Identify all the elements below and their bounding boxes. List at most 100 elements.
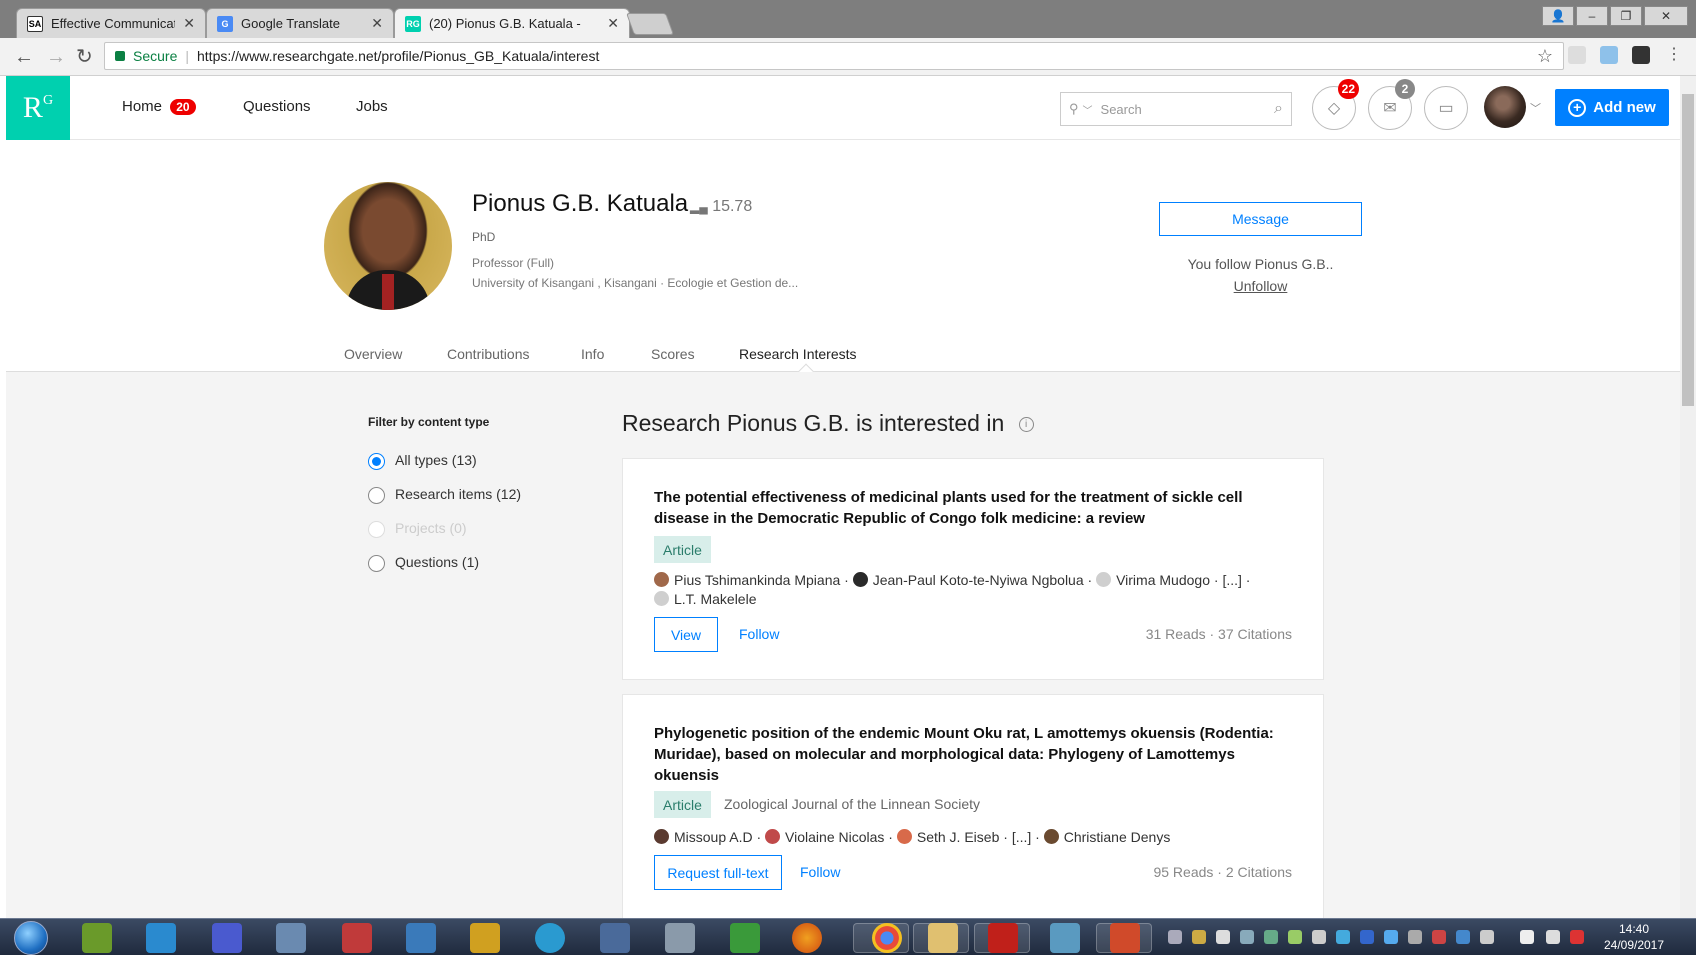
tray-icon[interactable] [1192,930,1206,944]
filter-label-all-types[interactable]: All types (13) [395,452,477,468]
app-icon[interactable] [730,923,760,953]
profile-name[interactable]: Pionus G.B. Katuala [472,190,688,218]
tray-icon[interactable] [1312,930,1326,944]
researchgate-logo[interactable]: RG [6,76,70,140]
radio-all-types[interactable] [368,453,385,470]
tray-icon[interactable] [1432,930,1446,944]
folder-icon[interactable] [928,923,958,953]
more-authors[interactable]: [...] [1222,572,1241,588]
new-tab-button[interactable] [625,13,675,35]
close-window-button[interactable]: ✕ [1644,6,1688,26]
notifications-button[interactable]: ◇ 22 [1312,79,1359,130]
calculator-icon[interactable] [665,923,695,953]
tray-icon[interactable] [1456,930,1470,944]
tray-icon[interactable] [1336,930,1350,944]
app-icon[interactable] [600,923,630,953]
tray-icon[interactable] [1360,930,1374,944]
filter-label-questions[interactable]: Questions (1) [395,554,479,570]
messages-button[interactable]: ✉ 2 [1368,79,1415,130]
tray-icon[interactable] [1216,930,1230,944]
author-link[interactable]: Christiane Denys [1064,829,1171,845]
firefox-icon[interactable] [792,923,822,953]
author-link[interactable]: Violaine Nicolas [785,829,884,845]
message-button[interactable]: Message [1159,202,1362,236]
radio-research-items[interactable] [368,487,385,504]
reload-icon[interactable]: ↻ [76,46,93,68]
extension-icon[interactable] [1632,46,1650,64]
battery-icon[interactable] [1520,930,1534,944]
tab-contributions[interactable]: Contributions [447,346,530,362]
powerpoint-icon[interactable] [1110,923,1140,953]
chat-button[interactable]: ▭ [1424,86,1468,130]
volume-muted-icon[interactable] [1570,930,1584,944]
app-icon[interactable] [146,923,176,953]
request-full-text-button[interactable]: Request full-text [654,855,782,890]
nav-jobs[interactable]: Jobs [356,98,388,115]
minimize-button[interactable]: – [1576,6,1608,26]
tray-icon[interactable] [1288,930,1302,944]
author-link[interactable]: L.T. Makelele [674,591,756,607]
author-link[interactable]: Virima Mudogo [1116,572,1210,588]
profile-affiliation[interactable]: University of Kisangani , Kisangani · Ec… [472,276,798,290]
tab-research-interests[interactable]: Research Interests [739,346,857,362]
bookmark-star-icon[interactable]: ☆ [1537,46,1553,67]
profile-photo[interactable] [324,182,452,310]
back-arrow-icon[interactable]: ← [14,46,34,68]
author-link[interactable]: Missoup A.D [674,829,753,845]
unfollow-link[interactable]: Unfollow [1159,278,1362,294]
chevron-down-icon[interactable]: ﹀ [1083,102,1093,117]
user-avatar[interactable] [1484,86,1526,128]
browser-tab-google-translate[interactable]: G Google Translate ✕ [206,8,394,38]
browser-tab-researchgate[interactable]: RG (20) Pionus G.B. Katuala - ✕ [394,8,630,38]
close-icon[interactable]: ✕ [607,15,619,32]
menu-kebab-icon[interactable]: ⋮ [1666,44,1682,64]
tray-icon[interactable] [1408,930,1422,944]
tray-icon[interactable] [1240,930,1254,944]
radio-questions[interactable] [368,555,385,572]
browser-tab-effective-communication[interactable]: SA Effective Communication ✕ [16,8,206,38]
item-title[interactable]: Phylogenetic position of the endemic Mou… [654,723,1299,786]
mail-icon[interactable] [470,923,500,953]
tray-icon[interactable] [1168,930,1182,944]
view-button[interactable]: View [654,617,718,652]
tray-icon[interactable] [1264,930,1278,944]
close-icon[interactable]: ✕ [183,15,195,32]
restore-button[interactable]: ❐ [1610,6,1642,26]
scrollbar-thumb[interactable] [1682,94,1694,406]
app-icon[interactable] [276,923,306,953]
qgis-icon[interactable] [82,923,112,953]
extension-icon[interactable] [1568,46,1586,64]
search-app-icon[interactable] [535,923,565,953]
page-scrollbar[interactable] [1680,76,1696,918]
tray-icon[interactable] [1384,930,1398,944]
app-icon[interactable] [406,923,436,953]
app-icon[interactable] [212,923,242,953]
tab-info[interactable]: Info [581,346,604,362]
url-text[interactable]: https://www.researchgate.net/profile/Pio… [197,48,599,64]
nav-questions[interactable]: Questions [243,98,311,115]
author-link[interactable]: Pius Tshimankinda Mpiana [674,572,840,588]
tab-scores[interactable]: Scores [651,346,695,362]
flag-icon[interactable] [1480,930,1494,944]
add-new-button[interactable]: + Add new [1555,89,1669,126]
forward-arrow-icon[interactable]: → [46,46,66,68]
address-bar[interactable]: Secure | https://www.researchgate.net/pr… [104,42,1564,70]
search-icon[interactable]: ⌕ [1274,100,1283,118]
author-link[interactable]: Jean-Paul Koto-te-Nyiwa Ngbolua [873,572,1084,588]
info-icon[interactable]: i [1018,417,1034,433]
search-input[interactable]: ⚲ ﹀ Search ⌕ [1060,92,1292,126]
item-title[interactable]: The potential effectiveness of medicinal… [654,487,1299,529]
user-icon[interactable]: 👤 [1542,6,1574,26]
item-journal[interactable]: Zoological Journal of the Linnean Societ… [724,796,980,812]
chevron-down-icon[interactable]: ﹀ [1530,100,1541,116]
more-authors[interactable]: [...] [1012,829,1031,845]
system-clock[interactable]: 14:40 24/09/2017 [1598,921,1670,953]
windows-start-button[interactable] [14,921,48,955]
network-icon[interactable] [1546,930,1560,944]
close-icon[interactable]: ✕ [371,15,383,32]
follow-link[interactable]: Follow [800,864,840,880]
follow-link[interactable]: Follow [739,626,779,642]
filter-label-research-items[interactable]: Research items (12) [395,486,521,502]
author-link[interactable]: Seth J. Eiseb [917,829,1000,845]
app-icon[interactable] [1050,923,1080,953]
